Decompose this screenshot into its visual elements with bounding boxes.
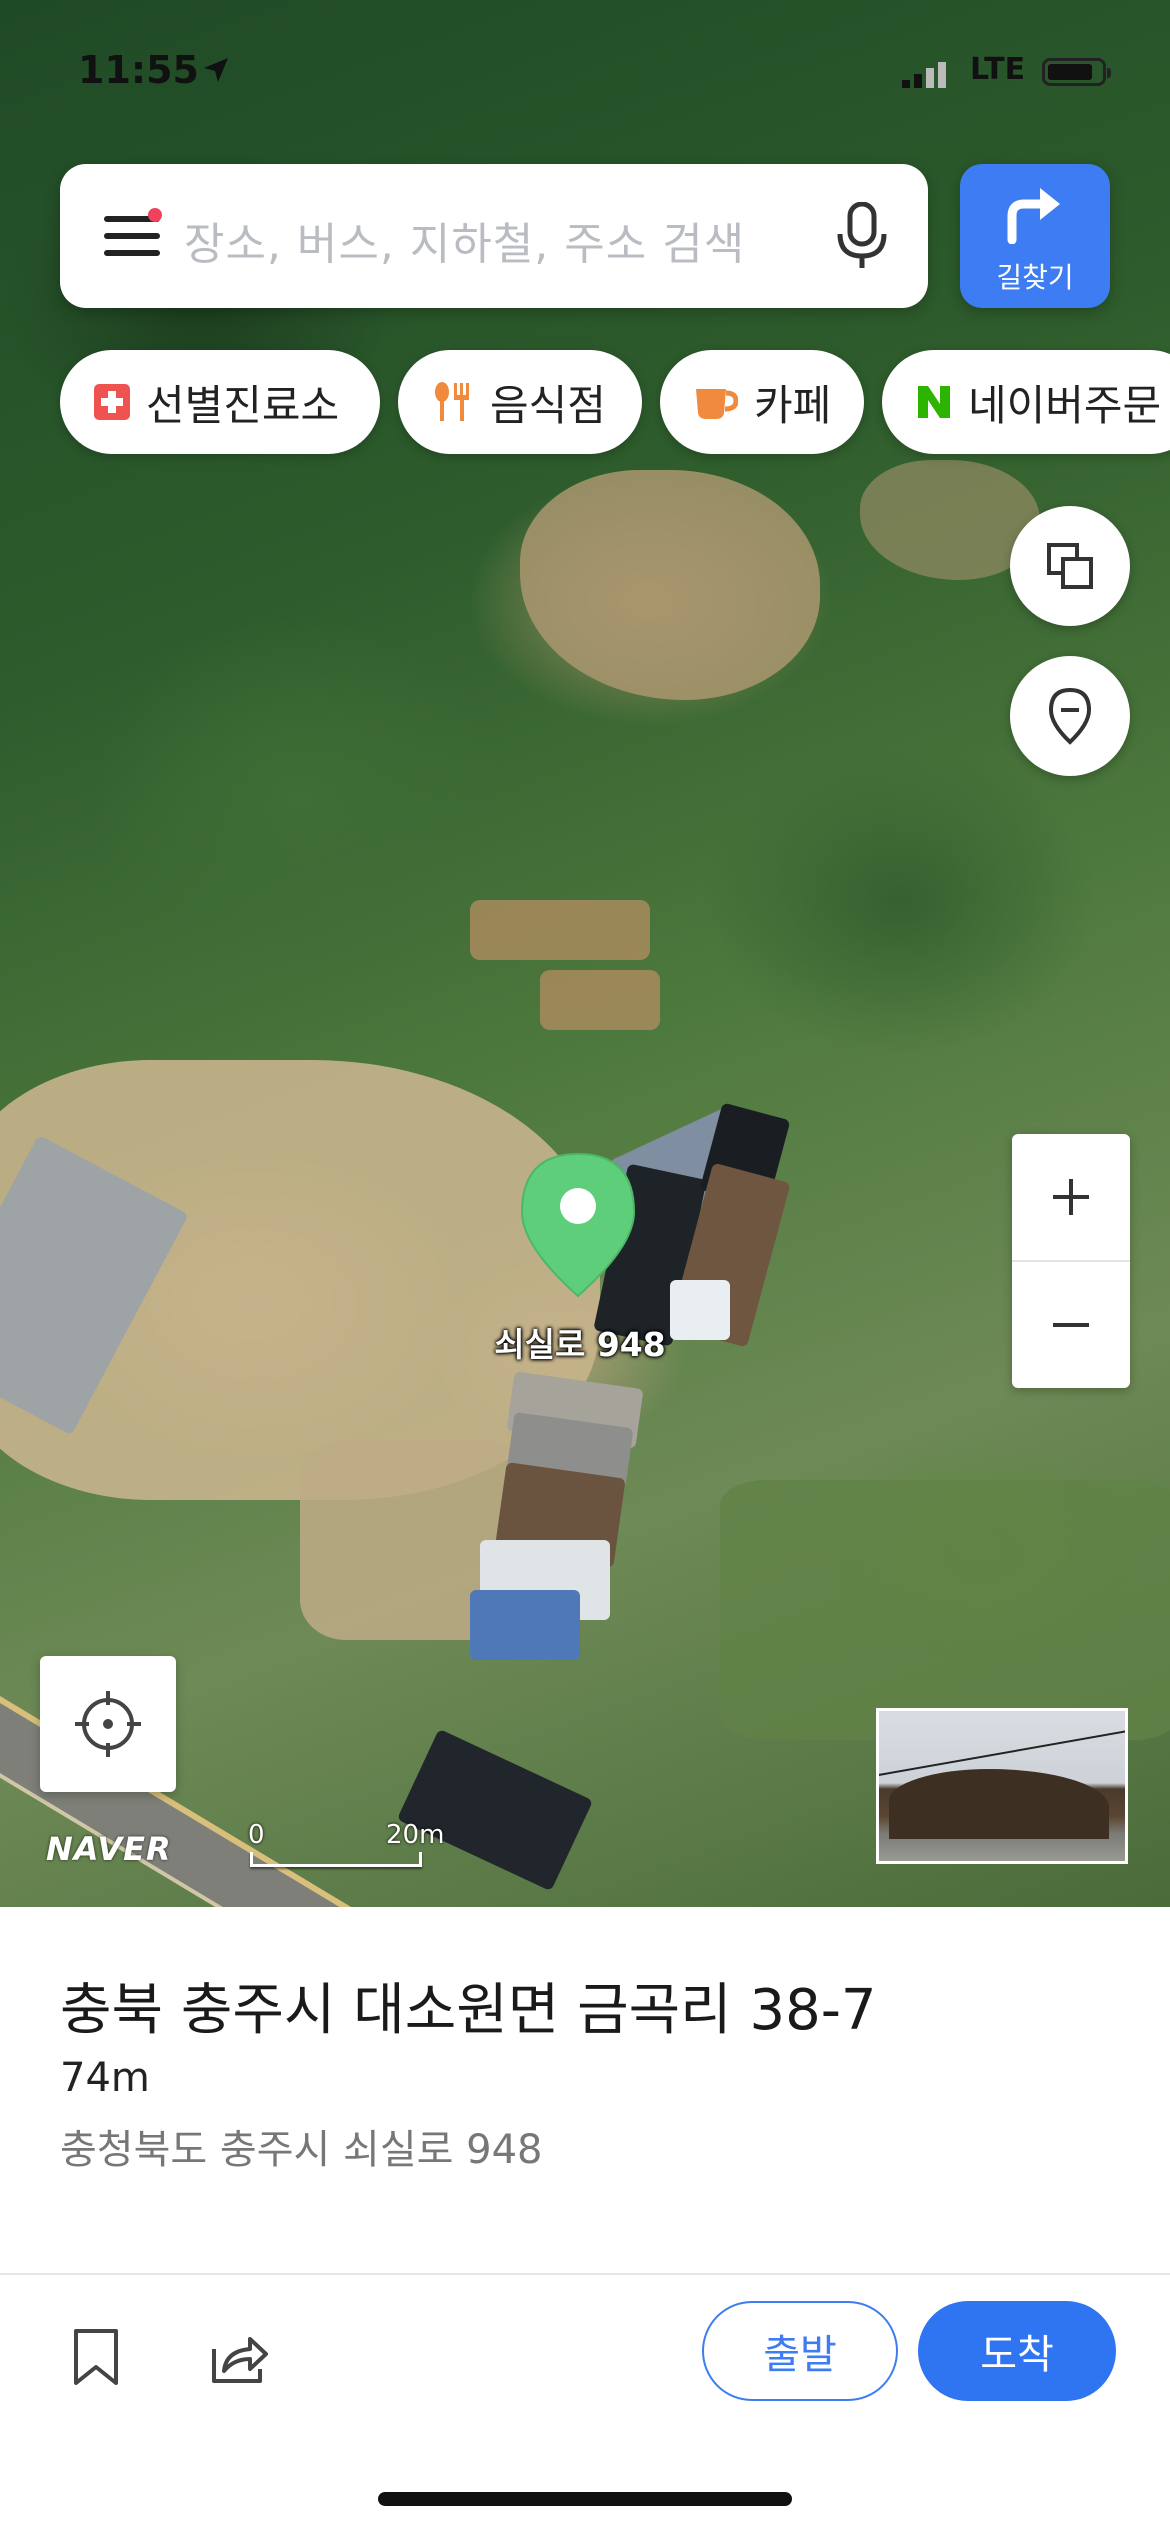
directions-button[interactable]: 길찾기 bbox=[960, 164, 1110, 308]
location-pin-button[interactable] bbox=[1010, 656, 1130, 776]
location-arrow-icon bbox=[200, 54, 232, 90]
turn-right-arrow-icon bbox=[1007, 188, 1060, 244]
map-farmland bbox=[720, 1480, 1170, 1740]
scale-start: 0 bbox=[248, 1820, 265, 1850]
street-view-thumbnail[interactable] bbox=[876, 1708, 1128, 1864]
arrive-button[interactable]: 도착 bbox=[918, 2301, 1116, 2401]
network-type: LTE bbox=[970, 52, 1026, 87]
search-input[interactable]: 장소, 버스, 지하철, 주소 검색 bbox=[184, 208, 745, 272]
search-bar[interactable]: 장소, 버스, 지하철, 주소 검색 bbox=[60, 164, 928, 308]
map-pin-outline-icon bbox=[1048, 687, 1092, 745]
chip-label: 음식점 bbox=[490, 380, 606, 430]
coffee-cup-icon bbox=[694, 383, 738, 421]
chip-label: 카페 bbox=[754, 380, 832, 430]
place-address: 충북 충주시 대소원면 금곡리 38-7 bbox=[60, 1978, 877, 2043]
map-field bbox=[540, 970, 660, 1030]
place-info-sheet: 충북 충주시 대소원면 금곡리 38-7 74m 충청북도 충주시 쇠실로 94… bbox=[0, 1907, 1170, 2532]
map-layers-button[interactable] bbox=[1010, 506, 1130, 626]
pin-label: 쇠실로 948 bbox=[494, 1325, 666, 1364]
status-time: 11:55 bbox=[78, 48, 199, 92]
minus-icon bbox=[1053, 1323, 1089, 1327]
map-building bbox=[470, 1590, 580, 1660]
crosshair-icon bbox=[75, 1691, 141, 1757]
fork-knife-icon bbox=[432, 381, 474, 423]
naver-logo: NAVER bbox=[46, 1830, 172, 1868]
map-building bbox=[396, 1728, 594, 1892]
scale-end: 20m bbox=[386, 1820, 445, 1850]
map-field bbox=[520, 470, 820, 700]
current-location-button[interactable] bbox=[40, 1656, 176, 1792]
road-address: 충청북도 충주시 쇠실로 948 bbox=[60, 2127, 543, 2173]
chip-label: 선별진료소 bbox=[146, 380, 340, 430]
chip-cafe[interactable]: 카페 bbox=[660, 350, 864, 454]
plus-icon bbox=[1053, 1179, 1089, 1215]
directions-label: 길찾기 bbox=[996, 261, 1074, 294]
map-field bbox=[470, 900, 650, 960]
chip-screening-clinic[interactable]: 선별진료소 bbox=[60, 350, 380, 454]
layers-icon bbox=[1047, 543, 1093, 589]
start-button[interactable]: 출발 bbox=[702, 2301, 898, 2401]
chip-restaurant[interactable]: 음식점 bbox=[398, 350, 642, 454]
divider bbox=[0, 2273, 1170, 2275]
home-indicator[interactable] bbox=[378, 2492, 792, 2506]
share-icon[interactable] bbox=[210, 2327, 270, 2391]
microphone-icon[interactable] bbox=[830, 201, 894, 276]
status-bar: 11:55 LTE bbox=[0, 0, 1170, 140]
naver-n-icon bbox=[916, 384, 952, 420]
hospital-cross-icon bbox=[94, 384, 130, 420]
battery-icon bbox=[1042, 58, 1111, 86]
signal-icon bbox=[902, 62, 962, 92]
chip-naver-order[interactable]: 네이버주문 bbox=[882, 350, 1170, 454]
chip-label: 네이버주문 bbox=[968, 380, 1162, 430]
bookmark-icon[interactable] bbox=[70, 2327, 122, 2391]
scale-bar bbox=[250, 1852, 422, 1867]
zoom-out-button[interactable] bbox=[1012, 1262, 1130, 1388]
zoom-in-button[interactable] bbox=[1012, 1134, 1130, 1260]
zoom-control bbox=[1012, 1134, 1130, 1388]
notification-dot bbox=[148, 208, 162, 222]
place-distance: 74m bbox=[60, 2055, 150, 2101]
hamburger-menu-icon[interactable] bbox=[104, 208, 162, 262]
location-pin-icon[interactable] bbox=[516, 1150, 640, 1304]
thumbnail-hill bbox=[889, 1769, 1109, 1839]
